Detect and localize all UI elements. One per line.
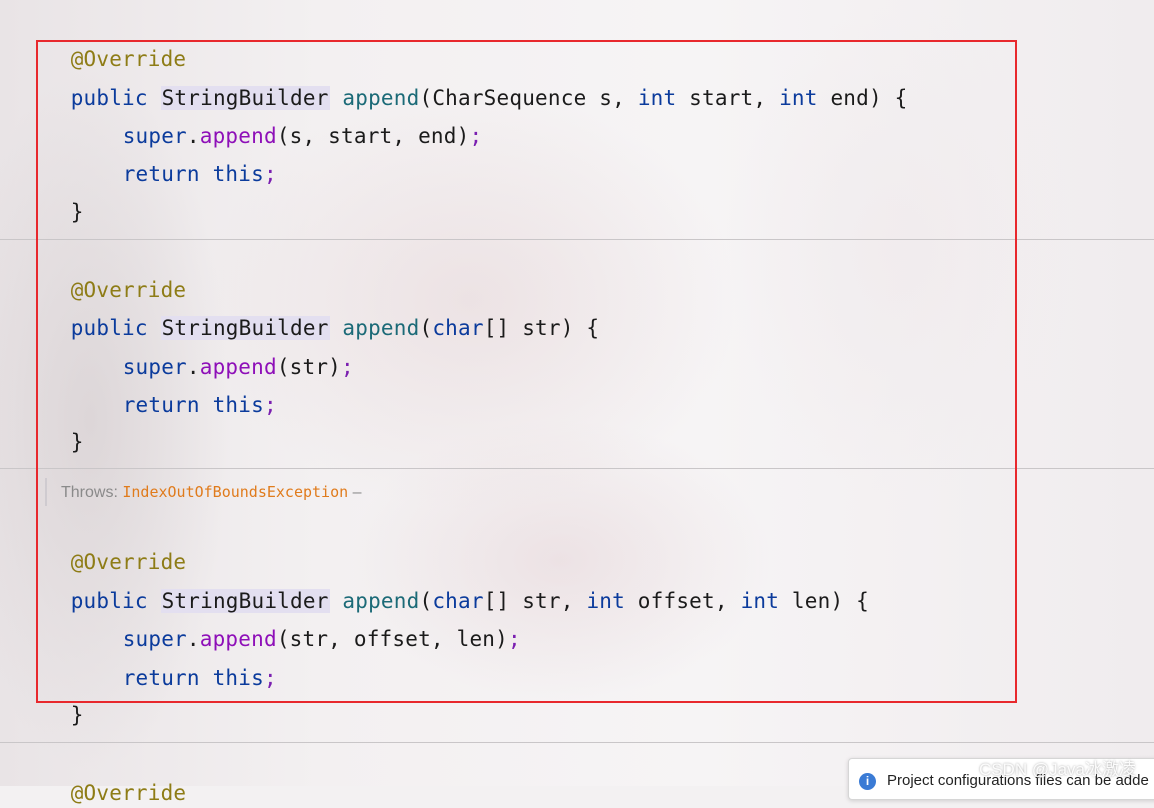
keyword-return: return <box>122 666 200 690</box>
keyword-return: return <box>122 162 200 186</box>
call-args: (s, start, end) <box>276 124 470 148</box>
param-type: int <box>740 589 780 613</box>
exception-link[interactable]: IndexOutOfBoundsException <box>122 483 348 501</box>
javadoc-throws: Throws: IndexOutOfBoundsException – <box>45 478 361 506</box>
keyword-this: this <box>212 666 264 690</box>
call-args: (str) <box>276 355 342 379</box>
method-separator <box>0 742 1154 743</box>
throws-label: Throws: <box>61 484 118 501</box>
method-signature[interactable]: public StringBuilder append(char[] str, … <box>45 556 869 613</box>
doc-dash: – <box>348 484 362 501</box>
paren: ( <box>419 316 433 340</box>
keyword-this: this <box>212 162 264 186</box>
code-line-return[interactable]: return this; <box>45 129 277 186</box>
semicolon: ; <box>263 393 277 417</box>
param-type: int <box>637 86 677 110</box>
call-args: (str, offset, len) <box>276 627 508 651</box>
semicolon: ; <box>508 627 521 651</box>
close-brace: } <box>70 703 84 727</box>
keyword-return: return <box>122 393 200 417</box>
code-line-close-brace[interactable]: } <box>45 397 84 454</box>
method-separator <box>0 468 1154 469</box>
annotation: @Override <box>70 781 187 805</box>
close-brace: } <box>70 200 84 224</box>
code-line-close-brace[interactable]: } <box>45 167 84 224</box>
param-text: offset, <box>624 589 741 613</box>
code-line-annotation: @Override <box>45 14 186 71</box>
close-brace: } <box>70 430 84 454</box>
semicolon: ; <box>469 124 483 148</box>
semicolon: ; <box>263 162 277 186</box>
code-line-annotation[interactable]: @Override <box>45 748 186 805</box>
param-text: s, <box>586 86 638 110</box>
code-line-return[interactable]: return this; <box>45 360 277 417</box>
code-line-super-call[interactable]: super.append(str, offset, len); <box>45 594 521 651</box>
code-line-super-call[interactable]: super.append(str); <box>45 322 354 379</box>
watermark: CSDN @Java冰激凌 <box>978 760 1136 779</box>
param-text: end) { <box>817 86 908 110</box>
code-line-close-brace[interactable]: } <box>45 670 84 727</box>
code-line-super-call[interactable]: super.append(s, start, end); <box>45 91 482 148</box>
param-type: int <box>779 86 818 110</box>
code-line-annotation[interactable]: @Override <box>45 245 186 302</box>
code-line-annotation[interactable]: @Override <box>45 517 186 574</box>
param-type: char <box>432 316 484 340</box>
semicolon: ; <box>263 666 277 690</box>
method-signature[interactable]: public StringBuilder append(CharSequence… <box>45 53 908 110</box>
param-type: int <box>586 589 625 613</box>
code-line-return[interactable]: return this; <box>45 633 277 690</box>
method-separator <box>0 239 1154 240</box>
param-text: start, <box>676 86 780 110</box>
info-icon: i <box>859 773 876 790</box>
keyword-this: this <box>212 393 264 417</box>
semicolon: ; <box>341 355 354 379</box>
param-text: len) { <box>779 589 869 613</box>
param-text: [] str) { <box>483 316 600 340</box>
method-signature[interactable]: public StringBuilder append(char[] str) … <box>45 283 599 340</box>
method-name[interactable]: append <box>342 316 419 340</box>
